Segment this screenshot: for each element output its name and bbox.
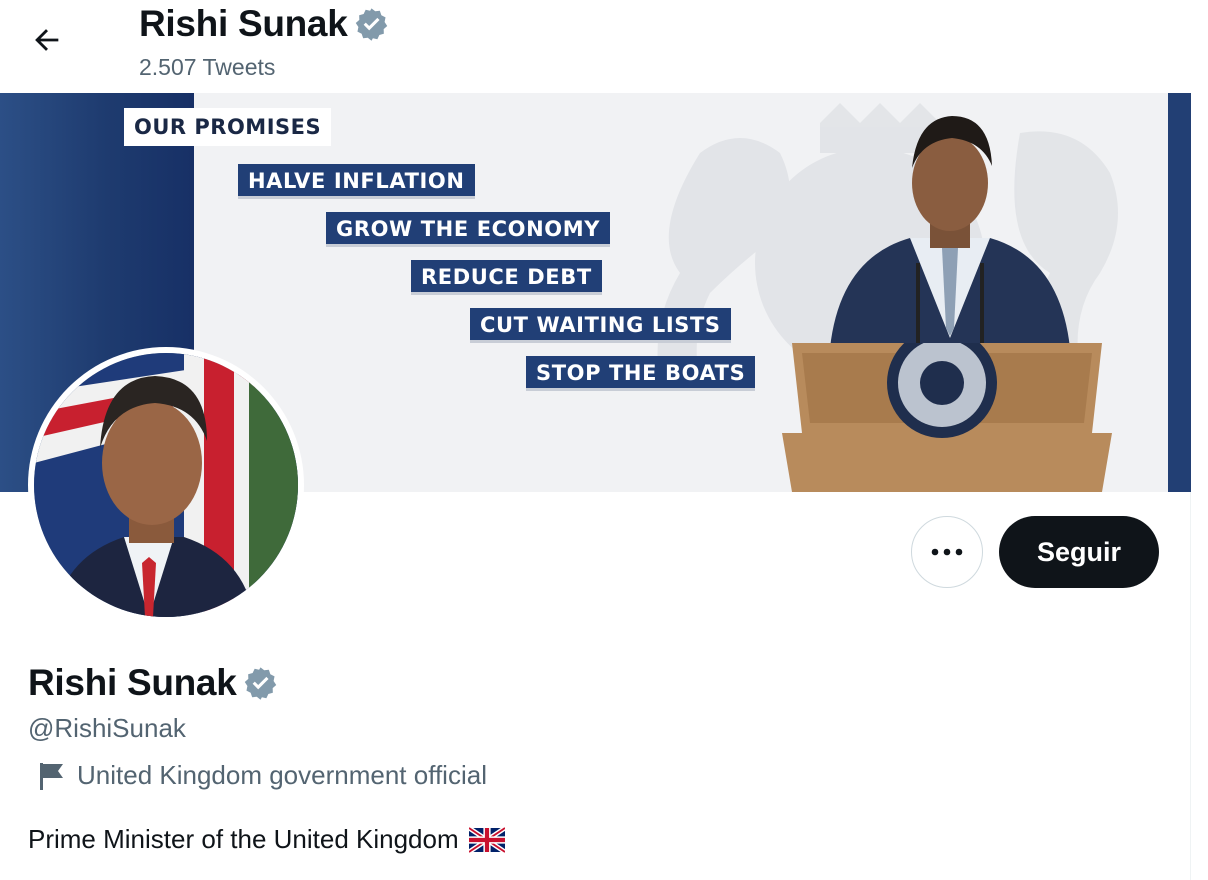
tweet-count: 2.507 Tweets: [139, 54, 276, 80]
arrow-left-icon: [35, 29, 59, 51]
avatar-image: [34, 353, 298, 617]
banner-promise-item: STOP THE BOATS: [526, 356, 756, 391]
verified-badge-icon[interactable]: [242, 665, 279, 702]
header-name: Rishi Sunak: [139, 3, 348, 44]
profile-header: Rishi Sunak 2.507 Tweets: [0, 0, 1191, 93]
banner-promise-item: HALVE INFLATION: [238, 164, 475, 199]
avatar[interactable]: [28, 347, 304, 623]
banner-promise-item: CUT WAITING LISTS: [470, 308, 731, 343]
affiliation-text: United Kingdom government official: [77, 760, 487, 790]
flag-icon: [36, 761, 66, 791]
banner-promises-title: OUR PROMISES: [124, 108, 332, 146]
uk-flag-icon: [468, 826, 505, 853]
banner-promise-item: GROW THE ECONOMY: [326, 212, 611, 247]
verified-badge-icon: [356, 7, 388, 41]
profile-bio: Prime Minister of the United Kingdom: [28, 824, 505, 855]
banner-promise-item: REDUCE DEBT: [411, 260, 602, 295]
more-horizontal-icon: [931, 548, 963, 556]
bio-text: Prime Minister of the United Kingdom: [28, 824, 459, 854]
profile-handle: @RishiSunak: [28, 713, 186, 743]
avatar-photo: [34, 353, 298, 617]
banner-lectern: [782, 343, 1112, 492]
banner-right-stripe: [1168, 93, 1191, 492]
follow-button[interactable]: Seguir: [999, 516, 1159, 588]
more-options-button[interactable]: [911, 516, 983, 588]
profile-name-row: Rishi Sunak: [28, 662, 279, 704]
profile-name: Rishi Sunak: [28, 662, 237, 703]
affiliation-label[interactable]: United Kingdom government official: [36, 760, 487, 791]
profile-page: Rishi Sunak 2.507 Tweets OUR PROMISES HA…: [0, 0, 1191, 880]
header-name-row: Rishi Sunak: [139, 3, 390, 45]
back-button[interactable]: [22, 18, 72, 62]
